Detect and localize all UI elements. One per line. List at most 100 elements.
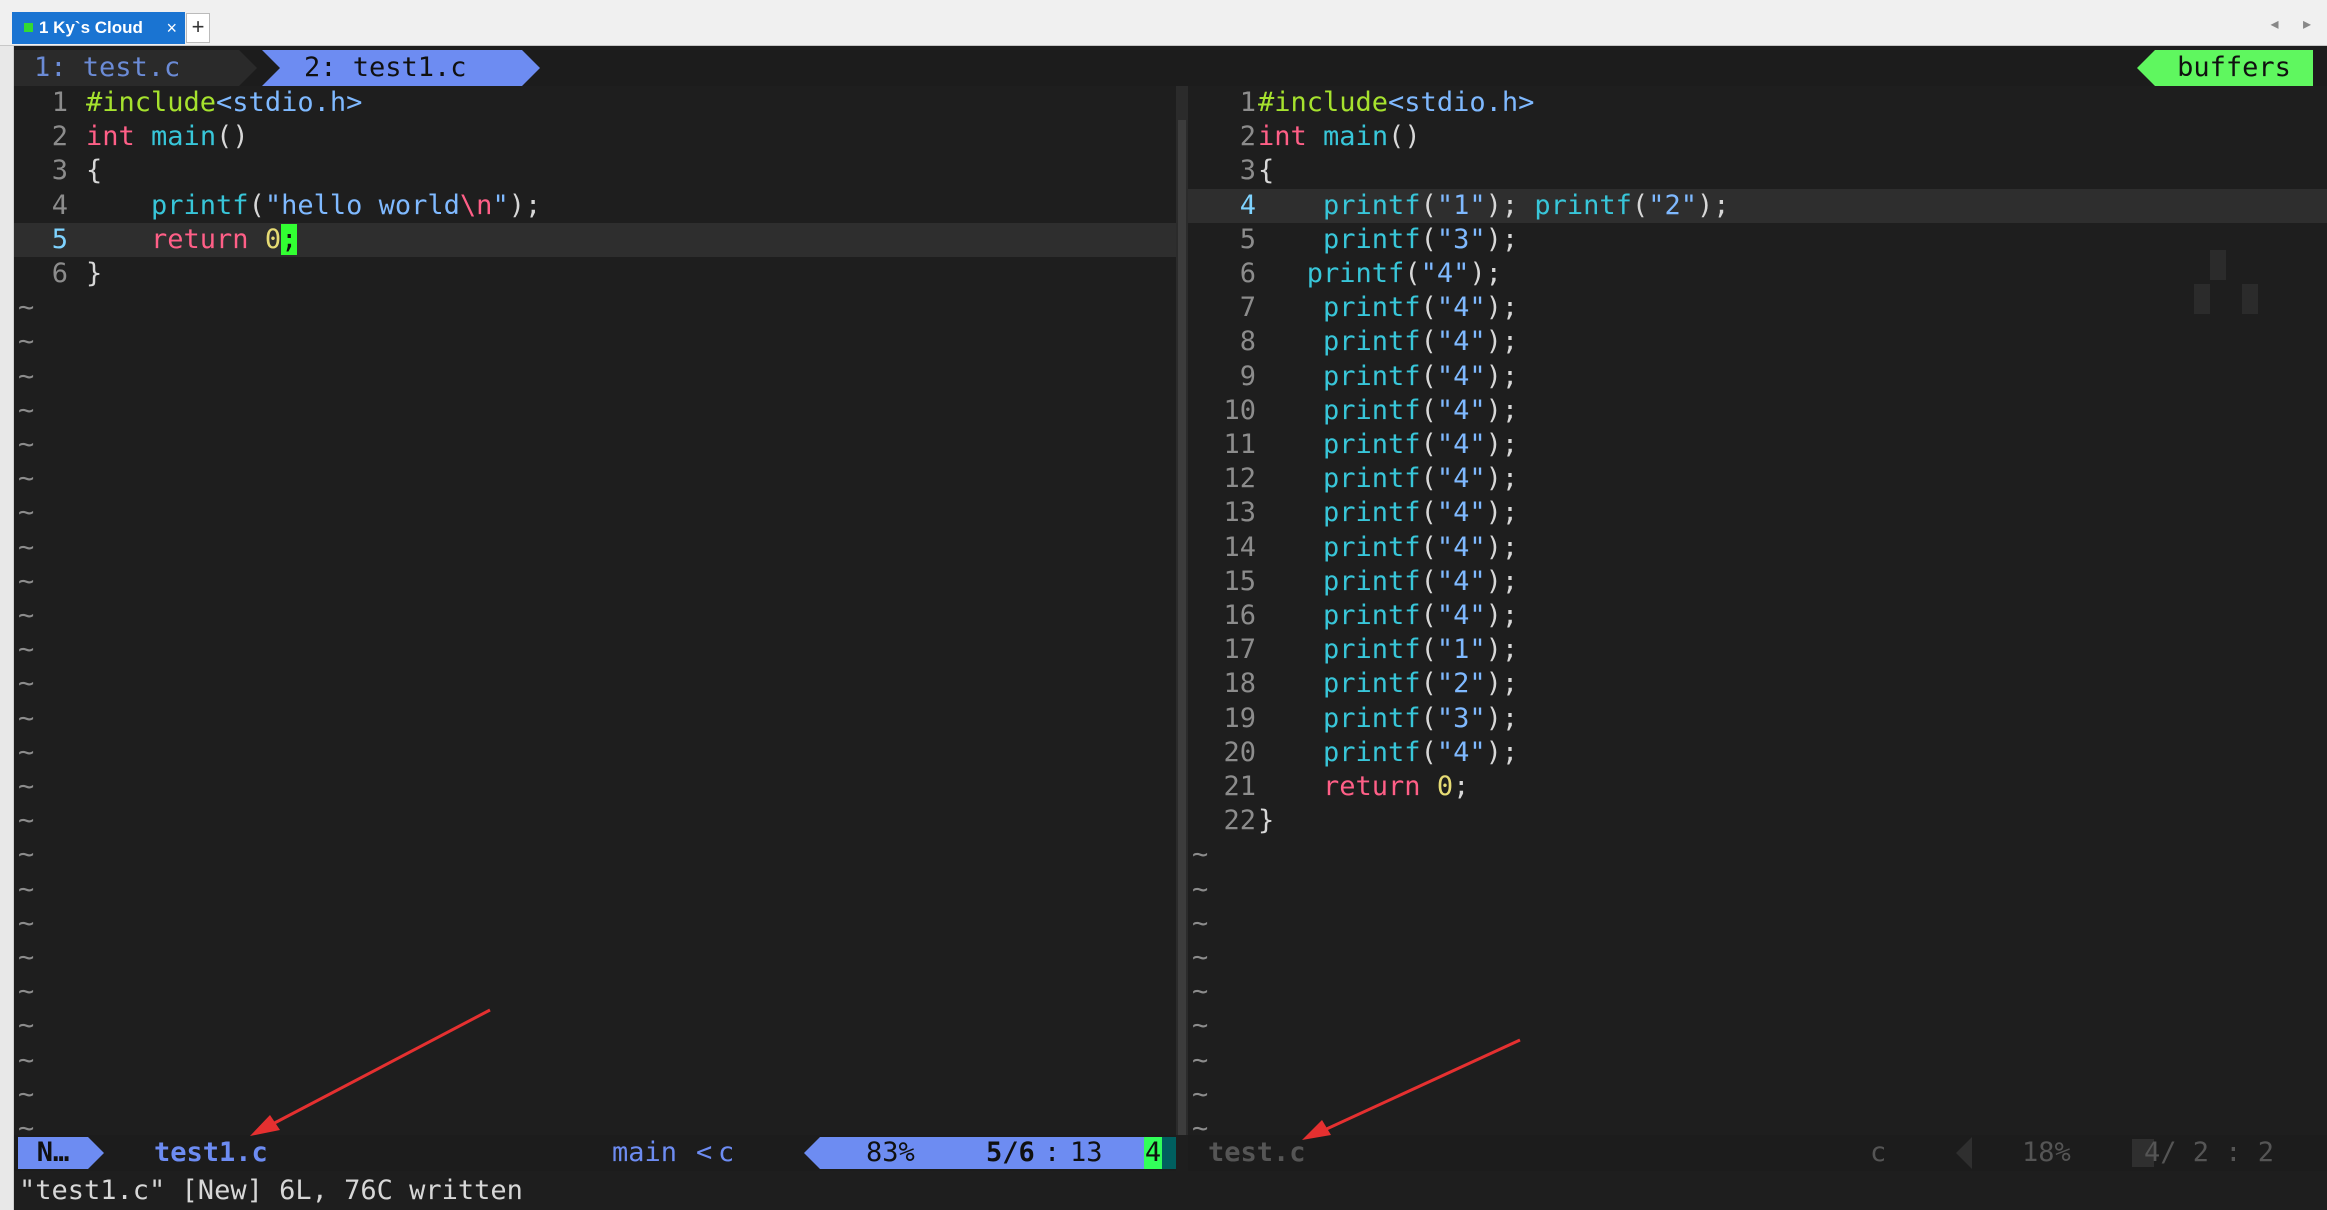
mode-separator-icon: [88, 1137, 104, 1169]
code-text: }: [86, 257, 102, 291]
code-token: "4": [1436, 531, 1486, 563]
code-token: printf: [1323, 326, 1421, 358]
mode-indicator: N…: [18, 1137, 88, 1169]
code-line[interactable]: 12 printf("4");: [1188, 462, 2327, 496]
code-line[interactable]: 22}: [1188, 804, 2327, 838]
line-number: 11: [1223, 429, 1256, 460]
code-token: {: [1258, 155, 1275, 187]
code-text: }: [1258, 804, 1274, 838]
empty-line-tilde: ~: [18, 394, 35, 426]
code-token: 0: [1436, 771, 1454, 802]
code-token: (: [1420, 326, 1437, 358]
code-text: #include<stdio.h>: [1258, 86, 1534, 120]
line-number: 22: [1223, 805, 1256, 837]
code-line[interactable]: 15 printf("4");: [1188, 565, 2327, 599]
code-line[interactable]: 8 printf("4");: [1188, 325, 2327, 359]
code-line[interactable]: 2 int main(): [14, 120, 1176, 154]
host-tab-close-icon[interactable]: ×: [166, 12, 177, 44]
host-new-tab-button[interactable]: +: [186, 13, 210, 43]
code-line[interactable]: 18 printf("2");: [1188, 667, 2327, 701]
vim-tab-test1-c[interactable]: 2: test1.c: [262, 50, 522, 86]
code-line[interactable]: 5 printf("3");: [1188, 223, 2327, 257]
line-number: 18: [1223, 668, 1256, 700]
code-text: int main(): [1258, 120, 1421, 154]
empty-line-tilde: ~: [18, 565, 35, 597]
code-line[interactable]: 13 printf("4");: [1188, 496, 2327, 530]
code-line[interactable]: 1 #include<stdio.h>: [1188, 86, 2327, 120]
code-token: );: [1485, 394, 1519, 426]
empty-line-tilde: ~: [18, 668, 35, 700]
code-line[interactable]: 10 printf("4");: [1188, 394, 2327, 428]
statusline-tail: [1162, 1137, 1176, 1169]
code-token: );: [508, 189, 542, 221]
code-text: printf("4");: [1258, 394, 1518, 428]
code-line[interactable]: 21 return 0;: [1188, 770, 2327, 804]
code-line[interactable]: 4 printf("hello world\n");: [14, 189, 1176, 223]
empty-line-tilde: ~: [18, 360, 35, 392]
code-token: "4": [1436, 326, 1486, 358]
empty-line-tilde: ~: [18, 873, 35, 905]
filetype-separator-icon: <: [696, 1137, 713, 1168]
code-line[interactable]: 19 printf("3");: [1188, 702, 2327, 736]
split-scrollbar-thumb[interactable]: [1178, 120, 1186, 1135]
line-number: 5: [1239, 223, 1256, 255]
code-token: printf: [1323, 292, 1421, 324]
code-line[interactable]: 20 printf("4");: [1188, 736, 2327, 770]
code-text: printf("4");: [1258, 531, 1518, 565]
empty-line-tilde: ~: [1192, 1044, 1209, 1076]
code-line[interactable]: 6 printf("4");: [1188, 257, 2327, 291]
empty-line-tilde: ~: [18, 292, 35, 324]
code-line[interactable]: 7 printf("4");: [1188, 291, 2327, 325]
code-line[interactable]: 16 printf("4");: [1188, 599, 2327, 633]
code-token: printf: [1323, 394, 1421, 426]
code-line[interactable]: 5 return 0;: [14, 222, 1176, 257]
code-token: \n: [459, 189, 493, 221]
tab-separator-icon: [262, 50, 280, 86]
empty-line-tilde: ~: [18, 702, 35, 734]
host-session-tab[interactable]: 1 Ky`s Cloud ×: [12, 12, 185, 44]
code-line[interactable]: 2 int main(): [1188, 120, 2327, 154]
code-token: printf: [1323, 565, 1421, 597]
code-line[interactable]: 17 printf("1");: [1188, 633, 2327, 667]
indent-guide-block: [2194, 284, 2210, 314]
line-number: 3: [51, 155, 68, 187]
code-line[interactable]: 6}: [14, 257, 1176, 291]
code-line[interactable]: 3{: [1188, 154, 2327, 188]
vim-tab-test-c[interactable]: 1: test.c: [14, 50, 239, 86]
empty-line-tilde: ~: [18, 531, 35, 563]
empty-line-tilde: ~: [18, 976, 35, 1008]
statusline-position: 83% 5/6 : 13: [820, 1137, 1144, 1169]
code-line[interactable]: 11 printf("4");: [1188, 428, 2327, 462]
code-token: printf: [1323, 634, 1421, 666]
code-text: printf("4");: [1258, 565, 1518, 599]
editor-window-left[interactable]: 1 #include<stdio.h> 2 int main() 3{4 printf(…: [14, 86, 1176, 1144]
editor-window-right[interactable]: 1 #include<stdio.h> 2 int main() 3{4 printf(…: [1188, 86, 2327, 1144]
code-line[interactable]: 1 #include<stdio.h>: [14, 86, 1176, 120]
code-line[interactable]: 3{: [14, 154, 1176, 188]
code-line[interactable]: 14 printf("4");: [1188, 531, 2327, 565]
code-token: (: [1420, 668, 1437, 700]
empty-line-tilde: ~: [1192, 907, 1209, 939]
code-line[interactable]: 9 printf("4");: [1188, 360, 2327, 394]
code-token: "1": [1436, 634, 1486, 666]
indent-guide-block: [2210, 250, 2226, 280]
empty-line-tilde: ~: [18, 1044, 35, 1076]
code-line[interactable]: 4 printf("1"); printf("2");: [1188, 188, 2327, 223]
host-tab-scroll-icon[interactable]: ◂ ▸: [2270, 14, 2321, 34]
empty-line-tilde: ~: [18, 1078, 35, 1110]
code-text: printf("2");: [1258, 667, 1518, 701]
code-token: (: [1420, 360, 1437, 392]
code-token: (): [1388, 121, 1421, 153]
code-token: (: [1420, 394, 1437, 426]
